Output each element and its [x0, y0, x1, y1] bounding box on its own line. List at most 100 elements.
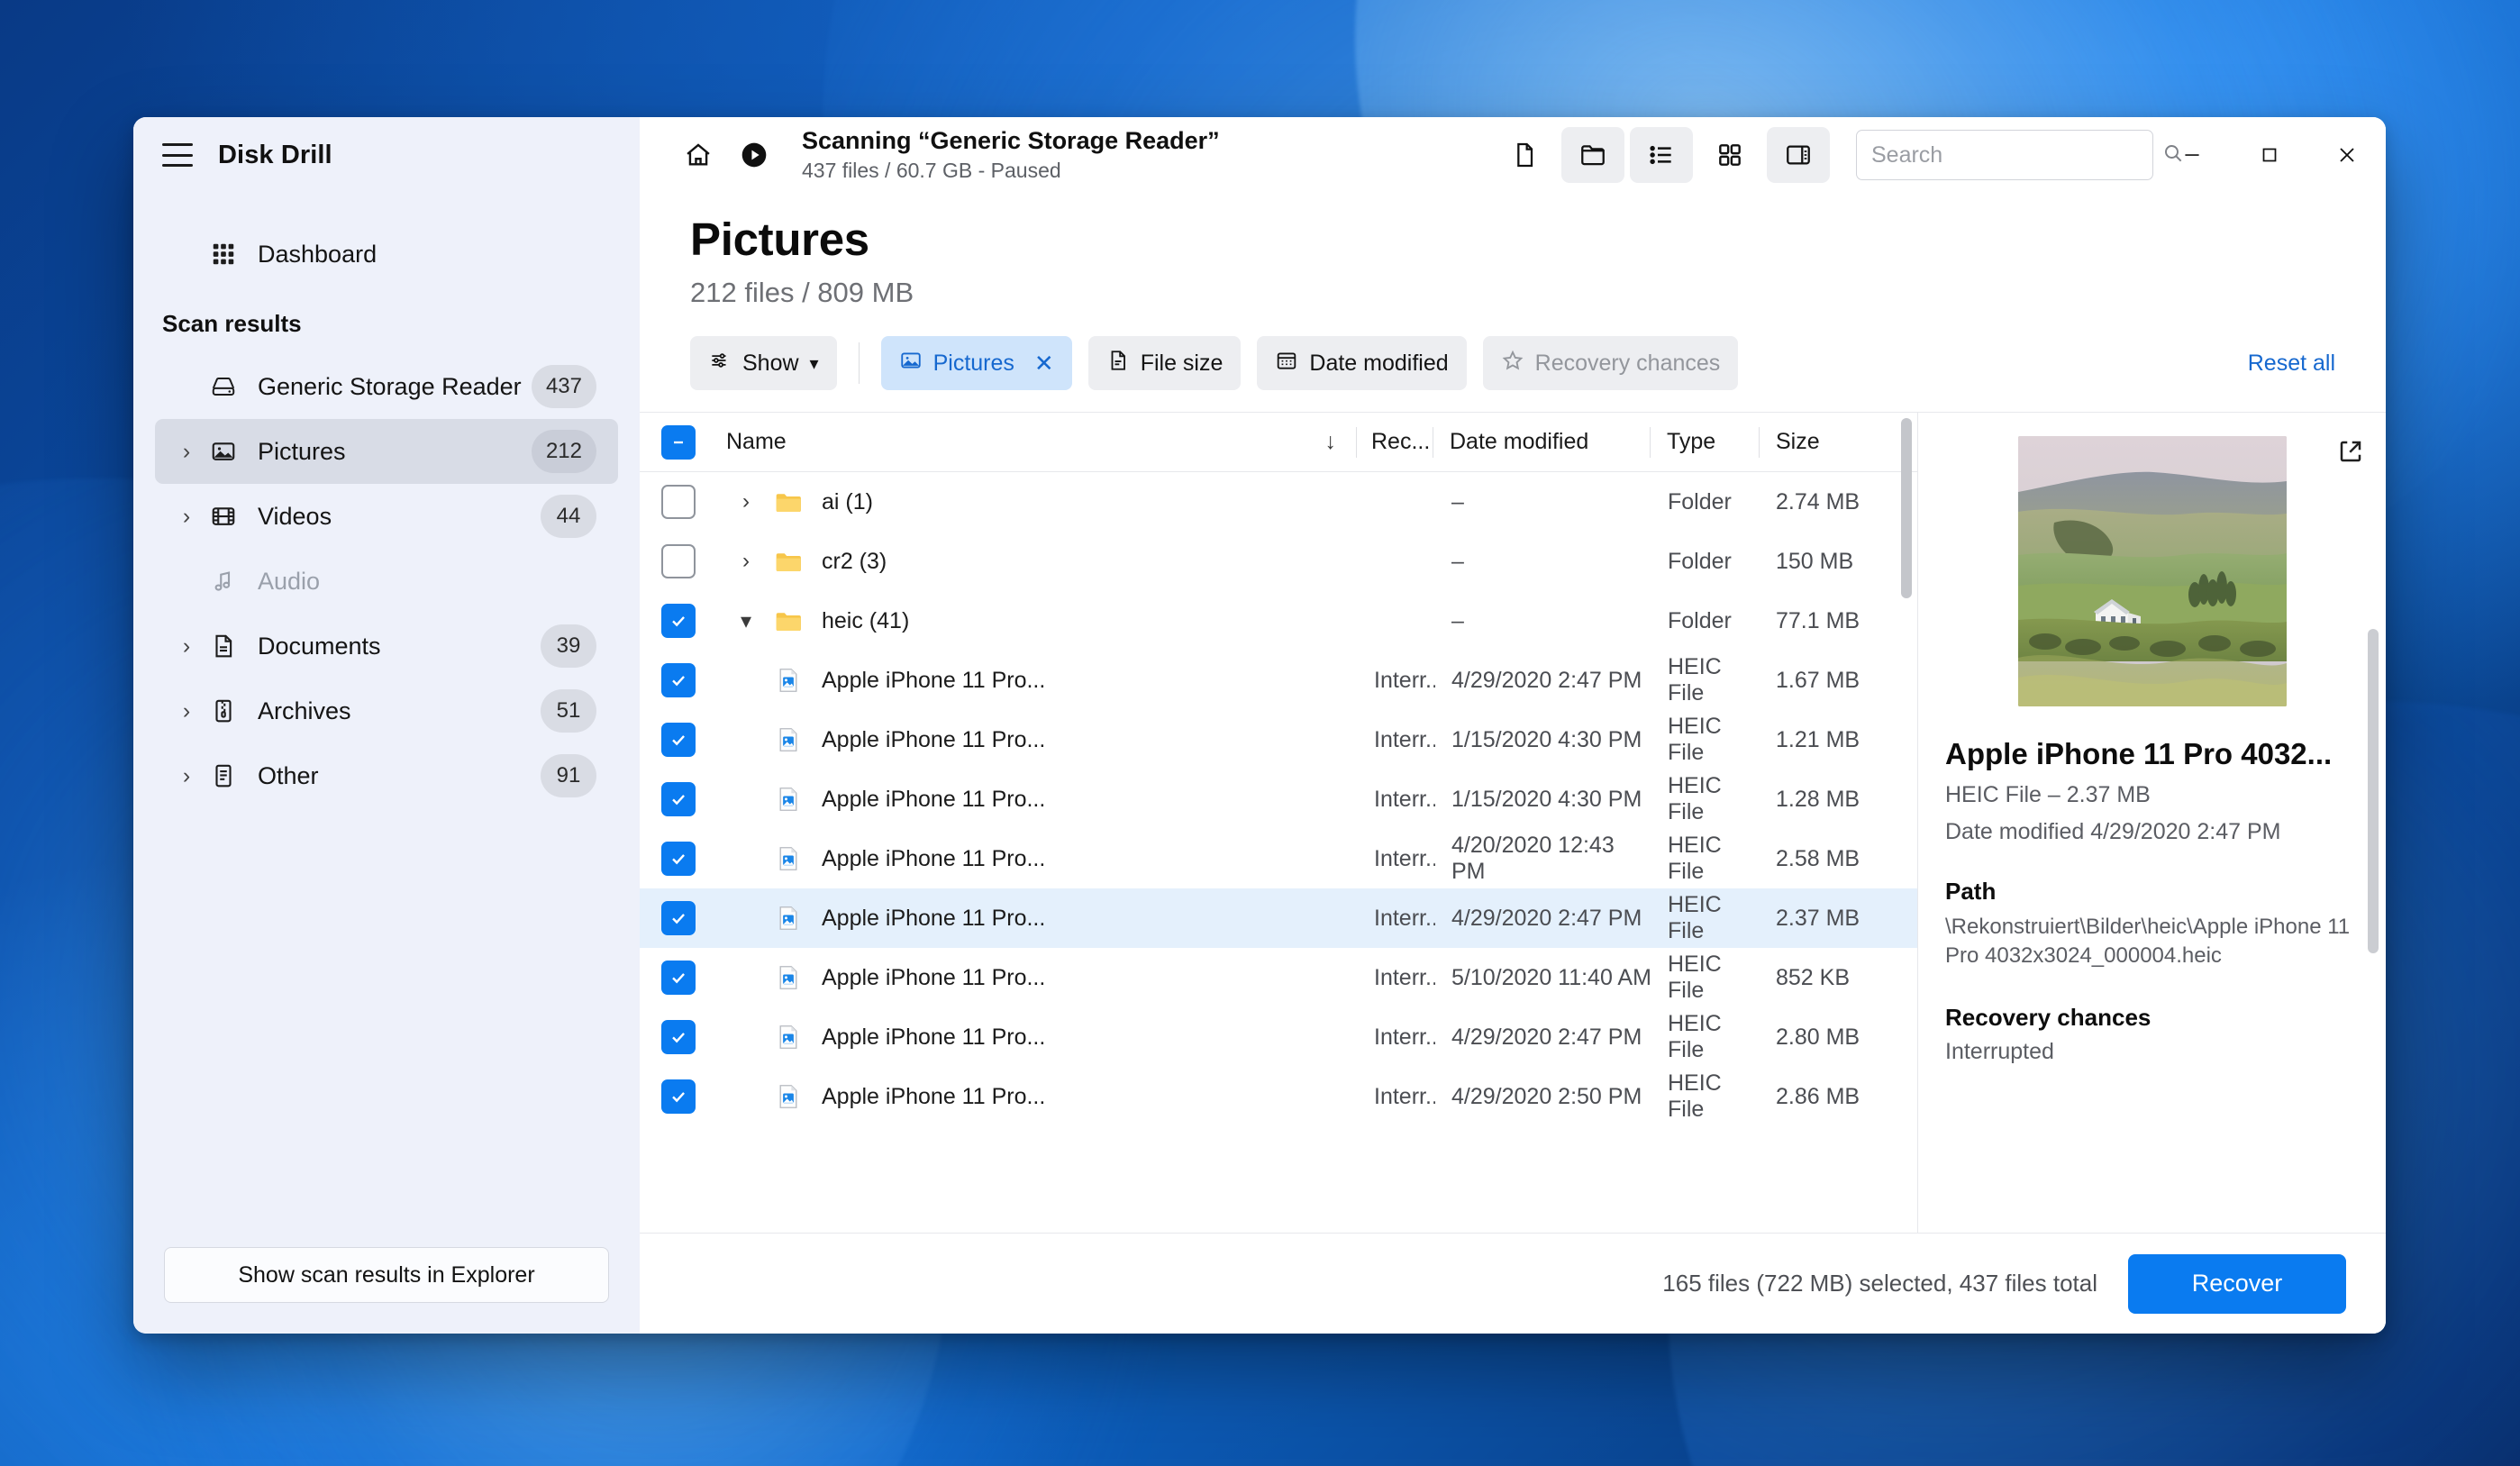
page-header: Pictures 212 files / 809 MB: [640, 193, 2386, 309]
cell-type: HEIC File: [1668, 714, 1722, 765]
row-checkbox[interactable]: [661, 544, 696, 578]
sidebar-item-other[interactable]: › Other 91: [155, 743, 618, 808]
table-row[interactable]: › cr2 (3) – Folder 150 MB: [640, 532, 1917, 591]
sidebar-item-count: 91: [541, 754, 596, 797]
column-header-name[interactable]: Name ↓: [717, 413, 1356, 471]
table-row[interactable]: Apple iPhone 11 Pro... Interr... 4/20/2020…: [640, 829, 1917, 888]
chevron-right-icon[interactable]: ›: [171, 699, 202, 723]
row-checkbox[interactable]: [661, 961, 696, 995]
archive-icon: [202, 697, 245, 724]
chevron-right-icon[interactable]: ›: [171, 634, 202, 658]
filter-chip-recovery-chances[interactable]: Recovery chances: [1482, 336, 1739, 390]
table-row[interactable]: Apple iPhone 11 Pro... Interr... 4/29/2020…: [640, 1007, 1917, 1067]
search-box[interactable]: [1856, 130, 2182, 180]
select-all-checkbox[interactable]: [661, 424, 696, 460]
row-checkbox[interactable]: [661, 1020, 696, 1054]
table-row[interactable]: Apple iPhone 11 Pro... Interr... 4/29/2020…: [640, 651, 1917, 710]
sidebar-item-documents[interactable]: › Documents 39: [155, 614, 618, 678]
home-icon[interactable]: [670, 127, 726, 183]
preview-pane-icon[interactable]: [1767, 127, 1830, 183]
sidebar-item-dashboard[interactable]: › Dashboard: [155, 222, 618, 287]
cell-date-modified: –: [1451, 607, 1464, 633]
chevron-right-icon[interactable]: ›: [171, 505, 202, 528]
cell-type: HEIC File: [1668, 1011, 1722, 1062]
image-file-icon: [766, 1023, 811, 1052]
chevron-right-icon[interactable]: ›: [171, 440, 202, 463]
filter-chip-label: Recovery chances: [1534, 350, 1721, 376]
row-checkbox[interactable]: [661, 485, 696, 519]
sliders-icon: [708, 349, 732, 378]
table-row[interactable]: Apple iPhone 11 Pro... Interr... 4/29/2020…: [640, 1067, 1917, 1126]
filter-chip-pictures[interactable]: Pictures ✕: [880, 336, 1072, 390]
table-row[interactable]: Apple iPhone 11 Pro... Interr... 5/10/2020…: [640, 948, 1917, 1007]
sidebar-item-videos[interactable]: › Videos 44: [155, 484, 618, 549]
sidebar-item-generic-storage-reader[interactable]: › Generic Storage Reader 437: [155, 354, 618, 419]
chevron-right-icon[interactable]: ›: [726, 549, 766, 574]
document-icon: [1106, 349, 1130, 378]
cell-type: Folder: [1668, 488, 1732, 514]
hamburger-icon[interactable]: [162, 143, 193, 167]
filter-chip-date-modified[interactable]: Date modified: [1257, 336, 1467, 390]
filter-chip-file-size[interactable]: File size: [1087, 336, 1242, 390]
image-file-icon: [766, 725, 811, 754]
grid-view-icon[interactable]: [1698, 127, 1761, 183]
sidebar-item-count: 212: [531, 430, 596, 473]
show-scan-results-in-explorer-button[interactable]: Show scan results in Explorer: [164, 1247, 609, 1303]
column-header-recovery[interactable]: Rec...: [1357, 413, 1433, 471]
table-row[interactable]: Apple iPhone 11 Pro... Interr... 4/29/2020…: [640, 888, 1917, 948]
cell-name: Apple iPhone 11 Pro...: [717, 1082, 1360, 1111]
preview-path-value: \Rekonstruiert\Bilder\heic\Apple iPhone …: [1945, 915, 2351, 969]
cell-name: Apple iPhone 11 Pro...: [717, 725, 1360, 754]
column-header-type[interactable]: Type: [1651, 413, 1759, 471]
chevron-right-icon[interactable]: ›: [171, 764, 202, 788]
sidebar-item-label: Videos: [258, 502, 332, 530]
sidebar-item-label: Other: [258, 761, 319, 789]
minimize-button[interactable]: [2153, 117, 2231, 193]
recover-button[interactable]: Recover: [2128, 1253, 2346, 1314]
cell-date-modified: –: [1451, 488, 1464, 514]
folder-icon: [766, 606, 811, 636]
table-row[interactable]: ▾ heic (41) – Folder 77.1 MB: [640, 591, 1917, 651]
list-view-icon[interactable]: [1630, 127, 1693, 183]
disk-icon: [202, 373, 245, 400]
row-checkbox[interactable]: [661, 723, 696, 757]
sidebar-item-audio[interactable]: › Audio: [155, 549, 618, 614]
table-row[interactable]: Apple iPhone 11 Pro... Interr... 1/15/2020…: [640, 710, 1917, 769]
row-checkbox[interactable]: [661, 782, 696, 816]
main-area: Scanning “Generic Storage Reader” 437 fi…: [640, 117, 2386, 1334]
row-checkbox[interactable]: [661, 663, 696, 697]
close-icon[interactable]: ✕: [1034, 350, 1054, 378]
sidebar-item-label: Generic Storage Reader: [258, 372, 522, 400]
row-checkbox[interactable]: [661, 901, 696, 935]
sidebar-item-pictures[interactable]: › Pictures 212: [155, 419, 618, 484]
search-input[interactable]: [1871, 141, 2161, 168]
table-row[interactable]: Apple iPhone 11 Pro... Interr... 1/15/2020…: [640, 769, 1917, 829]
file-view-icon[interactable]: [1493, 127, 1556, 183]
open-external-icon[interactable]: [2337, 438, 2364, 469]
play-circle-icon[interactable]: [726, 127, 782, 183]
chevron-down-icon[interactable]: ▾: [726, 608, 766, 634]
sidebar-item-archives[interactable]: › Archives 51: [155, 678, 618, 743]
footer-bar: 165 files (722 MB) selected, 437 files t…: [640, 1233, 2386, 1334]
column-header-date-modified[interactable]: Date modified: [1433, 413, 1650, 471]
picture-icon: [202, 438, 245, 465]
sidebar-item-label: Archives: [258, 697, 351, 724]
folder-icon: [766, 546, 811, 577]
row-checkbox[interactable]: [661, 1079, 696, 1114]
chevron-right-icon[interactable]: ›: [726, 489, 766, 514]
cell-name: › ai (1): [717, 487, 1360, 517]
preview-scrollbar[interactable]: [2368, 629, 2379, 953]
row-checkbox[interactable]: [661, 842, 696, 876]
cell-date-modified: 4/29/2020 2:47 PM: [1451, 667, 1642, 693]
column-header-size[interactable]: Size: [1760, 413, 1917, 471]
show-filter-button[interactable]: Show ▾: [690, 336, 837, 390]
reset-all-button[interactable]: Reset all: [2248, 351, 2335, 377]
row-checkbox[interactable]: [661, 604, 696, 638]
folder-view-icon[interactable]: [1561, 127, 1624, 183]
maximize-button[interactable]: [2231, 117, 2308, 193]
table-scrollbar[interactable]: [1901, 418, 1912, 598]
table-row[interactable]: › ai (1) – Folder 2.74 MB: [640, 472, 1917, 532]
close-button[interactable]: [2308, 117, 2386, 193]
sidebar-footer: Show scan results in Explorer: [133, 1247, 640, 1334]
row-checkbox-cell: [640, 961, 717, 995]
